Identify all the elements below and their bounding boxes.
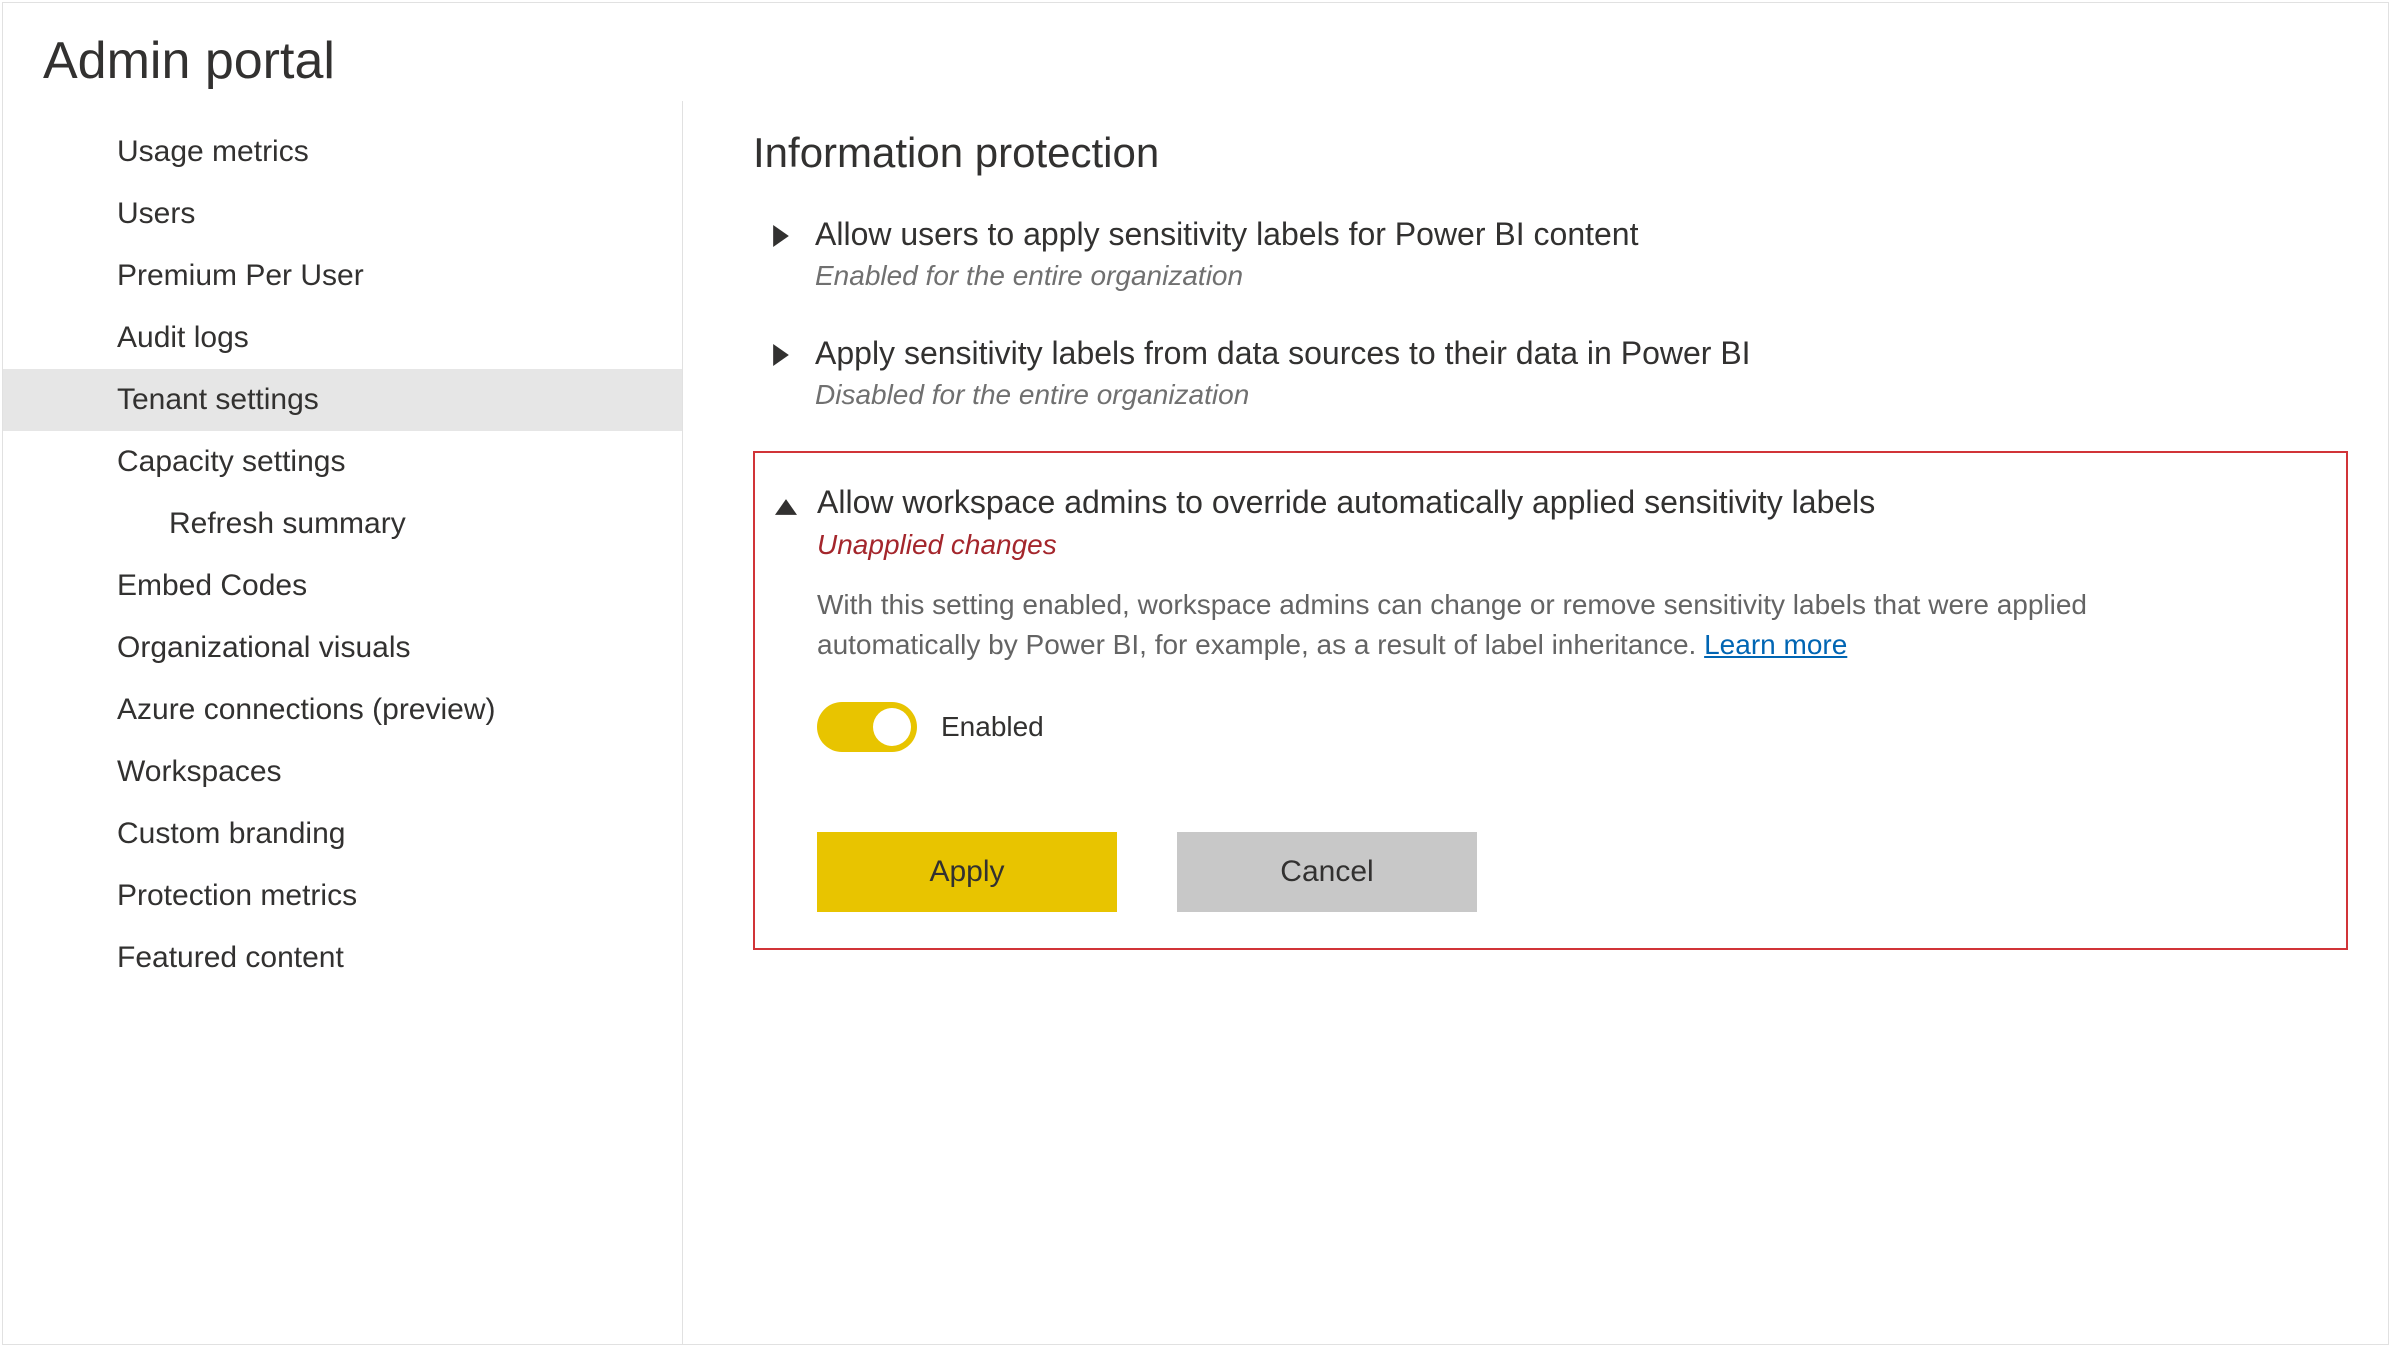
sidebar-item-capacity-settings[interactable]: Capacity settings [3, 431, 682, 493]
setting-allow-users-apply-labels[interactable]: Allow users to apply sensitivity labels … [753, 213, 2348, 292]
sidebar-item-organizational-visuals[interactable]: Organizational visuals [3, 617, 682, 679]
sidebar-item-audit-logs[interactable]: Audit logs [3, 307, 682, 369]
setting-apply-labels-from-sources[interactable]: Apply sensitivity labels from data sourc… [753, 332, 2348, 411]
sidebar-item-protection-metrics[interactable]: Protection metrics [3, 865, 682, 927]
sidebar-item-users[interactable]: Users [3, 183, 682, 245]
sidebar-item-azure-connections[interactable]: Azure connections (preview) [3, 679, 682, 741]
apply-button[interactable]: Apply [817, 832, 1117, 912]
sidebar-item-custom-branding[interactable]: Custom branding [3, 803, 682, 865]
sidebar-item-workspaces[interactable]: Workspaces [3, 741, 682, 803]
page-title: Admin portal [3, 3, 2388, 101]
chevron-up-icon[interactable] [775, 491, 793, 522]
learn-more-link[interactable]: Learn more [1704, 629, 1847, 660]
chevron-right-icon [773, 342, 791, 373]
sidebar-nav: Usage metrics Users Premium Per User Aud… [3, 101, 683, 1344]
sidebar-item-tenant-settings[interactable]: Tenant settings [3, 369, 682, 431]
setting-status: Enabled for the entire organization [815, 260, 2348, 292]
setting-description: With this setting enabled, workspace adm… [817, 585, 2177, 666]
setting-description-text: With this setting enabled, workspace adm… [817, 589, 2087, 661]
section-title: Information protection [753, 129, 2348, 177]
setting-status: Disabled for the entire organization [815, 379, 2348, 411]
setting-status-unapplied: Unapplied changes [817, 529, 2326, 561]
toggle-knob [873, 708, 911, 746]
sidebar-item-premium-per-user[interactable]: Premium Per User [3, 245, 682, 307]
setting-title: Allow users to apply sensitivity labels … [815, 213, 2348, 256]
cancel-button[interactable]: Cancel [1177, 832, 1477, 912]
setting-title[interactable]: Allow workspace admins to override autom… [817, 481, 2326, 524]
sidebar-item-featured-content[interactable]: Featured content [3, 927, 682, 989]
setting-allow-override-labels: Allow workspace admins to override autom… [753, 451, 2348, 949]
setting-title: Apply sensitivity labels from data sourc… [815, 332, 2348, 375]
sidebar-item-refresh-summary[interactable]: Refresh summary [3, 493, 682, 555]
sidebar-item-usage-metrics[interactable]: Usage metrics [3, 121, 682, 183]
sidebar-item-embed-codes[interactable]: Embed Codes [3, 555, 682, 617]
enabled-toggle[interactable] [817, 702, 917, 752]
main-content: Information protection Allow users to ap… [683, 101, 2388, 1344]
toggle-label: Enabled [941, 711, 1044, 743]
chevron-right-icon [773, 223, 791, 254]
